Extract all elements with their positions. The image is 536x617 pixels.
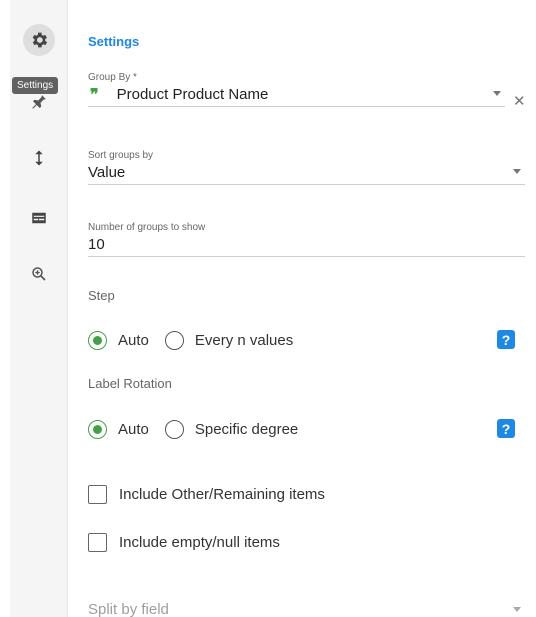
label-rotation-options: Auto Specific degree ? — [88, 417, 525, 441]
chevron-down-icon — [513, 169, 521, 174]
settings-rail-button[interactable] — [23, 24, 55, 56]
include-empty-option[interactable]: Include empty/null items — [88, 531, 280, 553]
sort-groups-value: Value — [88, 164, 126, 181]
num-groups-value: 10 — [88, 236, 105, 253]
label-rotation-title: Label Rotation — [88, 376, 172, 391]
include-other-label: Include Other/Remaining items — [119, 485, 325, 503]
panel-title: Settings — [88, 34, 140, 49]
rotation-auto-radio[interactable] — [88, 419, 107, 439]
zoom-in-icon — [32, 267, 46, 281]
rotation-specific-radio[interactable] — [164, 419, 184, 439]
vertical-arrows-icon — [35, 150, 43, 166]
num-groups-label: Number of groups to show — [88, 222, 206, 233]
zoom-rail-button[interactable] — [23, 258, 55, 290]
subtitles-icon — [32, 212, 46, 224]
split-by-field[interactable]: Split by field — [88, 597, 525, 617]
sort-groups-label: Sort groups by — [88, 150, 154, 161]
rotation-specific-label: Specific degree — [194, 420, 299, 438]
sort-groups-field: Sort groups by Value — [88, 150, 525, 185]
group-by-select[interactable]: ❞ Product Product Name — [88, 83, 505, 107]
group-by-field: Group By * ❞ Product Product Name ✕ — [88, 72, 526, 110]
settings-panel: Settings Group By * ❞ Product Product Na… — [88, 0, 528, 617]
quote-icon: ❞ — [90, 85, 99, 104]
rotation-auto-label: Auto — [118, 420, 149, 438]
gear-icon — [32, 32, 48, 48]
step-title: Step — [88, 288, 115, 303]
num-groups-input[interactable]: 10 — [88, 233, 525, 257]
chevron-down-icon — [493, 91, 501, 96]
step-options: Auto Every n values ? — [88, 328, 525, 352]
include-other-option[interactable]: Include Other/Remaining items — [88, 483, 325, 505]
include-empty-checkbox[interactable] — [88, 532, 107, 552]
pin-icon — [32, 95, 46, 109]
vertical-size-rail-button[interactable] — [23, 142, 55, 174]
split-by-placeholder: Split by field — [88, 600, 169, 617]
clear-icon[interactable]: ✕ — [513, 92, 526, 110]
step-auto-label: Auto — [118, 331, 149, 349]
group-by-label: Group By * — [88, 72, 137, 83]
chevron-down-icon — [513, 607, 521, 612]
step-every-n-radio[interactable] — [164, 330, 184, 350]
rotation-help-icon[interactable]: ? — [497, 419, 515, 438]
step-help-icon[interactable]: ? — [497, 330, 515, 349]
num-groups-field: Number of groups to show 10 — [88, 222, 525, 257]
group-by-value: Product Product Name — [116, 86, 269, 103]
include-other-checkbox[interactable] — [88, 484, 107, 504]
icon-rail: Settings — [10, 0, 68, 617]
step-auto-radio[interactable] — [88, 330, 107, 350]
sort-groups-select[interactable]: Value — [88, 161, 525, 185]
include-empty-label: Include empty/null items — [119, 533, 280, 551]
settings-tooltip: Settings — [12, 77, 59, 94]
step-every-n-label: Every n values — [194, 331, 294, 349]
caption-rail-button[interactable] — [23, 202, 55, 234]
